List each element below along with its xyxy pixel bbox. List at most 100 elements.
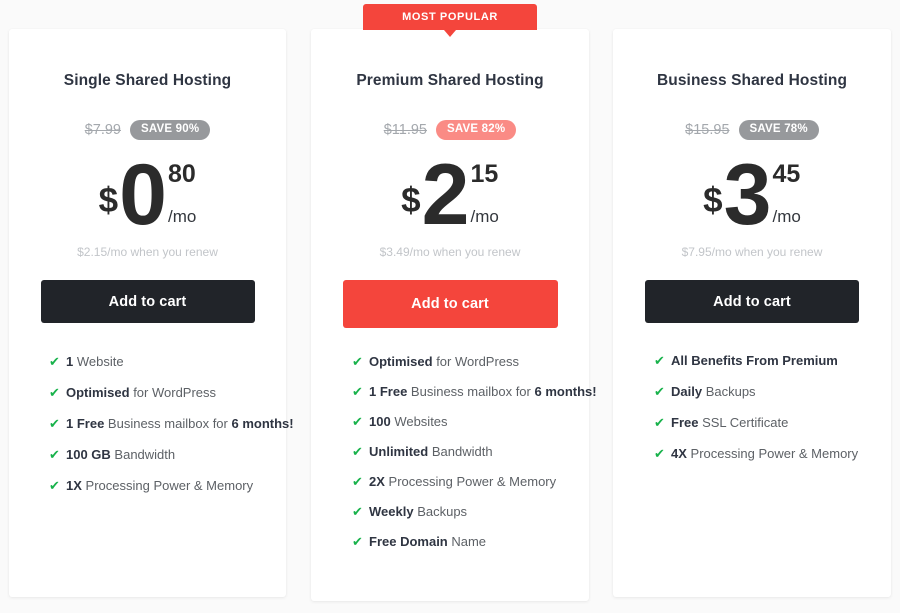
renewal-note: $7.95/mo when you renew [681,245,823,259]
feature-strong: Free Domain [369,534,448,549]
plan-title: Premium Shared Hosting [356,72,544,89]
list-item: ✔ 1 Website [49,355,286,368]
list-item: ✔ 4X Processing Power & Memory [654,447,891,460]
currency-symbol: $ [703,181,723,220]
price-cents: 45 [772,160,801,188]
old-price: $15.95 [685,122,730,138]
feature-strong: 2X [369,474,385,489]
check-icon: ✔ [352,504,363,519]
feature-list: ✔ Optimised for WordPress ✔ 1 Free Busin… [352,355,597,548]
check-icon: ✔ [654,446,665,461]
discount-row: $15.95 SAVE 78% [613,118,891,142]
feature-text: for WordPress [432,354,520,369]
feature-strong-2: 6 months! [231,416,294,431]
feature-strong: Unlimited [369,444,429,459]
feature-strong-2: 6 months! [534,384,597,399]
list-item: ✔ Optimised for WordPress [352,355,589,368]
old-price: $7.99 [84,122,121,138]
check-icon: ✔ [352,444,363,459]
save-badge: SAVE 90% [130,119,211,141]
save-badge: SAVE 82% [436,119,517,141]
currency-symbol: $ [401,181,421,220]
feature-text: Websites [390,414,448,429]
check-icon: ✔ [49,447,60,462]
check-icon: ✔ [654,384,665,399]
pricing-card-single-shared-hosting: Single Shared Hosting $7.99 SAVE 90% $ 0… [9,29,294,597]
list-item: ✔ 2X Processing Power & Memory [352,475,589,488]
check-icon: ✔ [654,415,665,430]
feature-strong: 100 GB [66,447,111,462]
price-period: /mo [167,207,197,226]
price-block: $ 2 15 /mo [311,147,589,243]
feature-text: Business mailbox for [407,384,535,399]
plan-title: Single Shared Hosting [63,72,232,89]
list-item: ✔ Daily Backups [654,385,891,398]
banner-tail-icon [444,30,456,37]
currency-symbol: $ [98,181,119,220]
discount-row: $7.99 SAVE 90% [9,118,286,142]
feature-text: SSL Certificate [698,415,789,430]
price-period: /mo [470,207,499,226]
most-popular-label: MOST POPULAR [402,11,498,23]
check-icon: ✔ [352,384,363,399]
cta-container: Add to cart [9,280,286,323]
list-item: ✔ Free Domain Name [352,535,589,548]
list-item: ✔ All Benefits From Premium [654,354,891,367]
cta-container: Add to cart [311,280,589,328]
feature-text: Processing Power & Memory [384,474,557,489]
feature-text: Website [73,354,124,369]
check-icon: ✔ [352,414,363,429]
list-item: ✔ Free SSL Certificate [654,416,891,429]
feature-text: Name [447,534,487,549]
feature-text: Bandwidth [428,444,493,459]
check-icon: ✔ [352,534,363,549]
add-to-cart-button[interactable]: Add to cart [645,280,859,323]
feature-strong: Optimised [369,354,433,369]
add-to-cart-button[interactable]: Add to cart [342,280,558,328]
feature-list: ✔ 1 Website ✔ Optimised for WordPress ✔ … [49,355,294,492]
feature-text: Bandwidth [110,447,176,462]
save-badge: SAVE 78% [738,119,819,141]
list-item: ✔ 1 Free Business mailbox for 6 months! [49,416,294,431]
feature-text: Backups [413,504,468,519]
renewal-note: $2.15/mo when you renew [77,245,218,259]
feature-strong: All Benefits From Premium [671,353,838,368]
check-icon: ✔ [352,474,363,489]
list-item: ✔ 1X Processing Power & Memory [49,479,286,492]
add-to-cart-button[interactable]: Add to cart [40,280,255,323]
price-whole: 2 [421,147,470,243]
price-cents: 80 [167,160,196,188]
list-item: ✔ Weekly Backups [352,505,589,518]
price-block: $ 3 45 /mo [613,147,891,243]
feature-strong: 1X [66,478,82,493]
feature-strong: Weekly [369,504,414,519]
renewal-note: $3.49/mo when you renew [379,245,521,259]
list-item: ✔ 1 Free Business mailbox for 6 months! [352,384,597,399]
price-cents: 15 [470,160,499,188]
check-icon: ✔ [49,354,60,369]
cta-container: Add to cart [613,280,891,323]
feature-strong: Daily [671,384,703,399]
feature-text: for WordPress [129,385,217,400]
feature-strong: Free [671,415,699,430]
check-icon: ✔ [654,353,665,368]
list-item: ✔ 100 Websites [352,415,589,428]
feature-strong: 1 Free [369,384,408,399]
feature-strong: 1 Free [66,416,105,431]
list-item: ✔ Optimised for WordPress [49,386,286,399]
price-whole: 3 [723,147,772,243]
price-fraction-group: 80 /mo [167,160,197,226]
check-icon: ✔ [49,385,60,400]
old-price: $11.95 [383,122,427,138]
check-icon: ✔ [352,354,363,369]
most-popular-banner: MOST POPULAR [363,4,537,37]
price-whole: 0 [119,147,167,243]
feature-text: Processing Power & Memory [81,478,254,493]
pricing-card-premium-shared-hosting: Premium Shared Hosting $11.95 SAVE 82% $… [311,29,597,601]
feature-text: Backups [702,384,756,399]
feature-text: Processing Power & Memory [686,446,859,461]
discount-row: $11.95 SAVE 82% [311,118,589,142]
list-item: ✔ 100 GB Bandwidth [49,448,286,461]
feature-strong: Optimised [66,385,130,400]
check-icon: ✔ [49,478,60,493]
